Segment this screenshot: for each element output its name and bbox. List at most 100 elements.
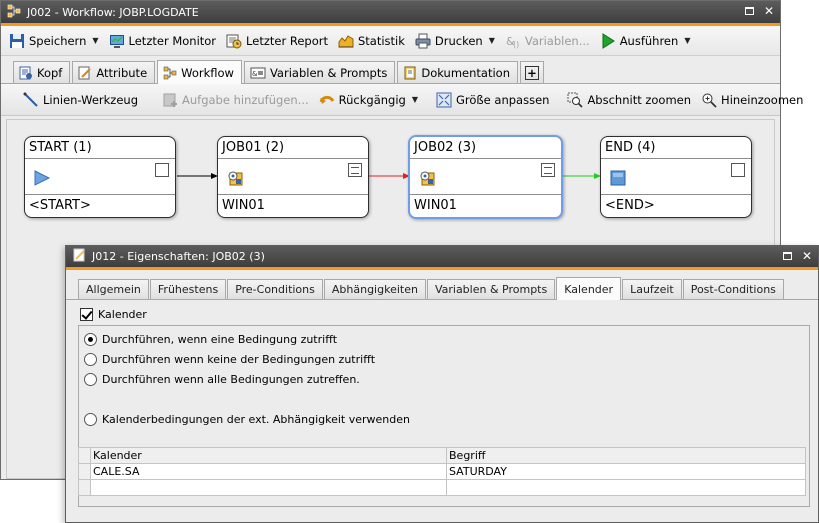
zoom-in-label: Hineinzoomen [721,92,804,107]
cell-begriff[interactable]: SATURDAY [446,463,806,480]
node-job02-checkbox[interactable] [541,163,555,177]
row-header[interactable] [78,463,91,480]
fit-size-button[interactable]: Größe anpassen [436,92,549,108]
tab-fruehestens[interactable]: Frühestens [149,279,227,299]
zoom-in-button[interactable]: Hineinzoomen [701,92,803,108]
node-end-checkbox[interactable] [731,163,745,177]
option-any-condition[interactable]: Durchführen, wenn eine Bedingung zutriff… [84,329,809,349]
undo-button[interactable]: Rückgängig ▼ [319,92,418,108]
node-start-title: START (1) [25,137,175,159]
undo-arrow-icon [319,92,335,108]
variables-button[interactable]: &() Variablen... [505,33,590,49]
statistics-label: Statistik [357,33,405,48]
option-all-conditions-radio[interactable] [84,372,97,386]
node-end[interactable]: END (4) <END> [600,136,752,218]
execute-button[interactable]: Ausführen ▼ [600,32,690,49]
option-all-conditions[interactable]: Durchführen wenn alle Bedingungen zutref… [84,369,809,389]
tab-laufzeit[interactable]: Laufzeit [622,279,682,299]
dialog-titlebar[interactable]: J012 - Eigenschaften: JOB02 (3) ✕ [66,246,818,267]
tab-dialog-variables-prompts[interactable]: Variablen & Prompts [426,279,556,299]
variables-label: Variablen... [524,33,590,48]
save-dropdown-icon[interactable]: ▼ [92,36,98,45]
report-clock-icon [226,33,242,49]
last-monitor-button[interactable]: Letzter Monitor [109,33,216,49]
row-header[interactable] [78,479,91,496]
dialog-tabs: Allgemein Frühestens Pre-Conditions Abhä… [66,270,818,300]
cell-begriff[interactable] [446,479,806,496]
add-task-button[interactable]: Aufgabe hinzufügen... [162,92,309,108]
node-start-checkbox[interactable] [155,163,169,177]
undo-label: Rückgängig [338,92,406,107]
zoom-section-label: Abschnitt zoomen [587,92,692,107]
tab-attribute-label: Attribute [96,65,148,80]
tab-kalender[interactable]: Kalender [556,277,622,300]
zoom-section-button[interactable]: Abschnitt zoomen [567,92,691,108]
maximize-icon[interactable] [742,4,756,18]
node-start[interactable]: START (1) <START> [24,136,176,218]
monitor-icon [109,33,125,49]
tab-dokumentation[interactable]: Dokumentation [397,61,518,83]
node-start-footer: <START> [25,194,175,217]
save-label: Speichern [29,33,87,48]
option-ext-dependency-label: Kalenderbedingungen der ext. Abhängigkei… [102,412,410,426]
tab-workflow[interactable]: Workflow [157,60,242,84]
table-row[interactable] [78,479,806,496]
job-gear-icon [418,169,436,190]
tab-pre-conditions[interactable]: Pre-Conditions [227,279,323,299]
option-no-condition-radio[interactable] [84,352,97,366]
node-job01-footer: WIN01 [218,194,368,217]
line-tool-button[interactable]: Linien-Werkzeug [23,92,138,108]
last-report-button[interactable]: Letzter Report [226,33,328,49]
column-header-kalender[interactable]: Kalender [90,447,447,464]
statistics-button[interactable]: Statistik [338,33,405,49]
dialog-maximize-icon[interactable] [780,249,794,263]
zoom-in-icon [701,92,717,108]
execute-dropdown-icon[interactable]: ▼ [684,36,690,45]
column-header-begriff[interactable]: Begriff [446,447,806,464]
fit-size-icon [436,92,452,108]
calendar-table[interactable]: Kalender Begriff CALE.SA SATURDAY [78,447,806,496]
undo-dropdown-icon[interactable]: ▼ [412,95,418,104]
table-row[interactable]: CALE.SA SATURDAY [78,463,806,480]
play-icon [600,32,616,49]
main-titlebar[interactable]: J002 - Workflow: JOBP.LOGDATE ✕ [1,1,780,23]
statistics-chart-icon [338,33,354,49]
option-no-condition[interactable]: Durchführen wenn keine der Bedingungen z… [84,349,809,369]
tab-kopf[interactable]: Kopf [13,61,71,83]
tab-attribute[interactable]: Attribute [72,61,156,83]
svg-text:&: & [252,70,258,78]
line-tool-icon [23,92,39,108]
job-gear-icon [226,169,244,190]
tab-post-conditions[interactable]: Post-Conditions [682,279,784,299]
object-tabs: Kopf Attribute Workflow & Variablen & Pr… [1,56,780,84]
header-doc-icon [19,66,33,80]
cell-kalender[interactable] [90,479,447,496]
calendar-checkbox[interactable] [80,307,93,321]
calendar-checkbox-row[interactable]: Kalender [80,305,810,323]
variables-icon: &() [505,33,521,49]
last-report-label: Letzter Report [246,33,328,48]
execute-label: Ausführen [619,33,679,48]
line-tool-label: Linien-Werkzeug [43,92,138,107]
documentation-book-icon [403,66,417,80]
option-any-condition-radio[interactable] [84,332,97,346]
calendar-checkbox-label: Kalender [98,307,147,321]
tab-dokumentation-label: Dokumentation [421,65,510,80]
node-job01-checkbox[interactable] [348,163,362,177]
print-button[interactable]: Drucken ▼ [415,33,495,49]
close-icon[interactable]: ✕ [762,4,776,18]
tab-variables-prompts[interactable]: & Variablen & Prompts [243,61,396,83]
window-title: J002 - Workflow: JOBP.LOGDATE [27,5,199,19]
option-ext-dependency-radio[interactable] [84,412,97,426]
node-job02[interactable]: JOB02 (3) WIN01 [408,135,563,219]
printer-icon [415,33,431,49]
tab-allgemein[interactable]: Allgemein [78,279,149,299]
dialog-close-icon[interactable]: ✕ [800,249,814,263]
tab-abhaengigkeiten[interactable]: Abhängigkeiten [323,279,426,299]
add-tab-button[interactable]: + [519,61,544,83]
print-dropdown-icon[interactable]: ▼ [489,36,495,45]
cell-kalender[interactable]: CALE.SA [90,463,447,480]
option-ext-dependency[interactable]: Kalenderbedingungen der ext. Abhängigkei… [84,409,809,429]
node-job01[interactable]: JOB01 (2) WIN01 [217,136,369,218]
save-button[interactable]: Speichern ▼ [9,33,99,49]
